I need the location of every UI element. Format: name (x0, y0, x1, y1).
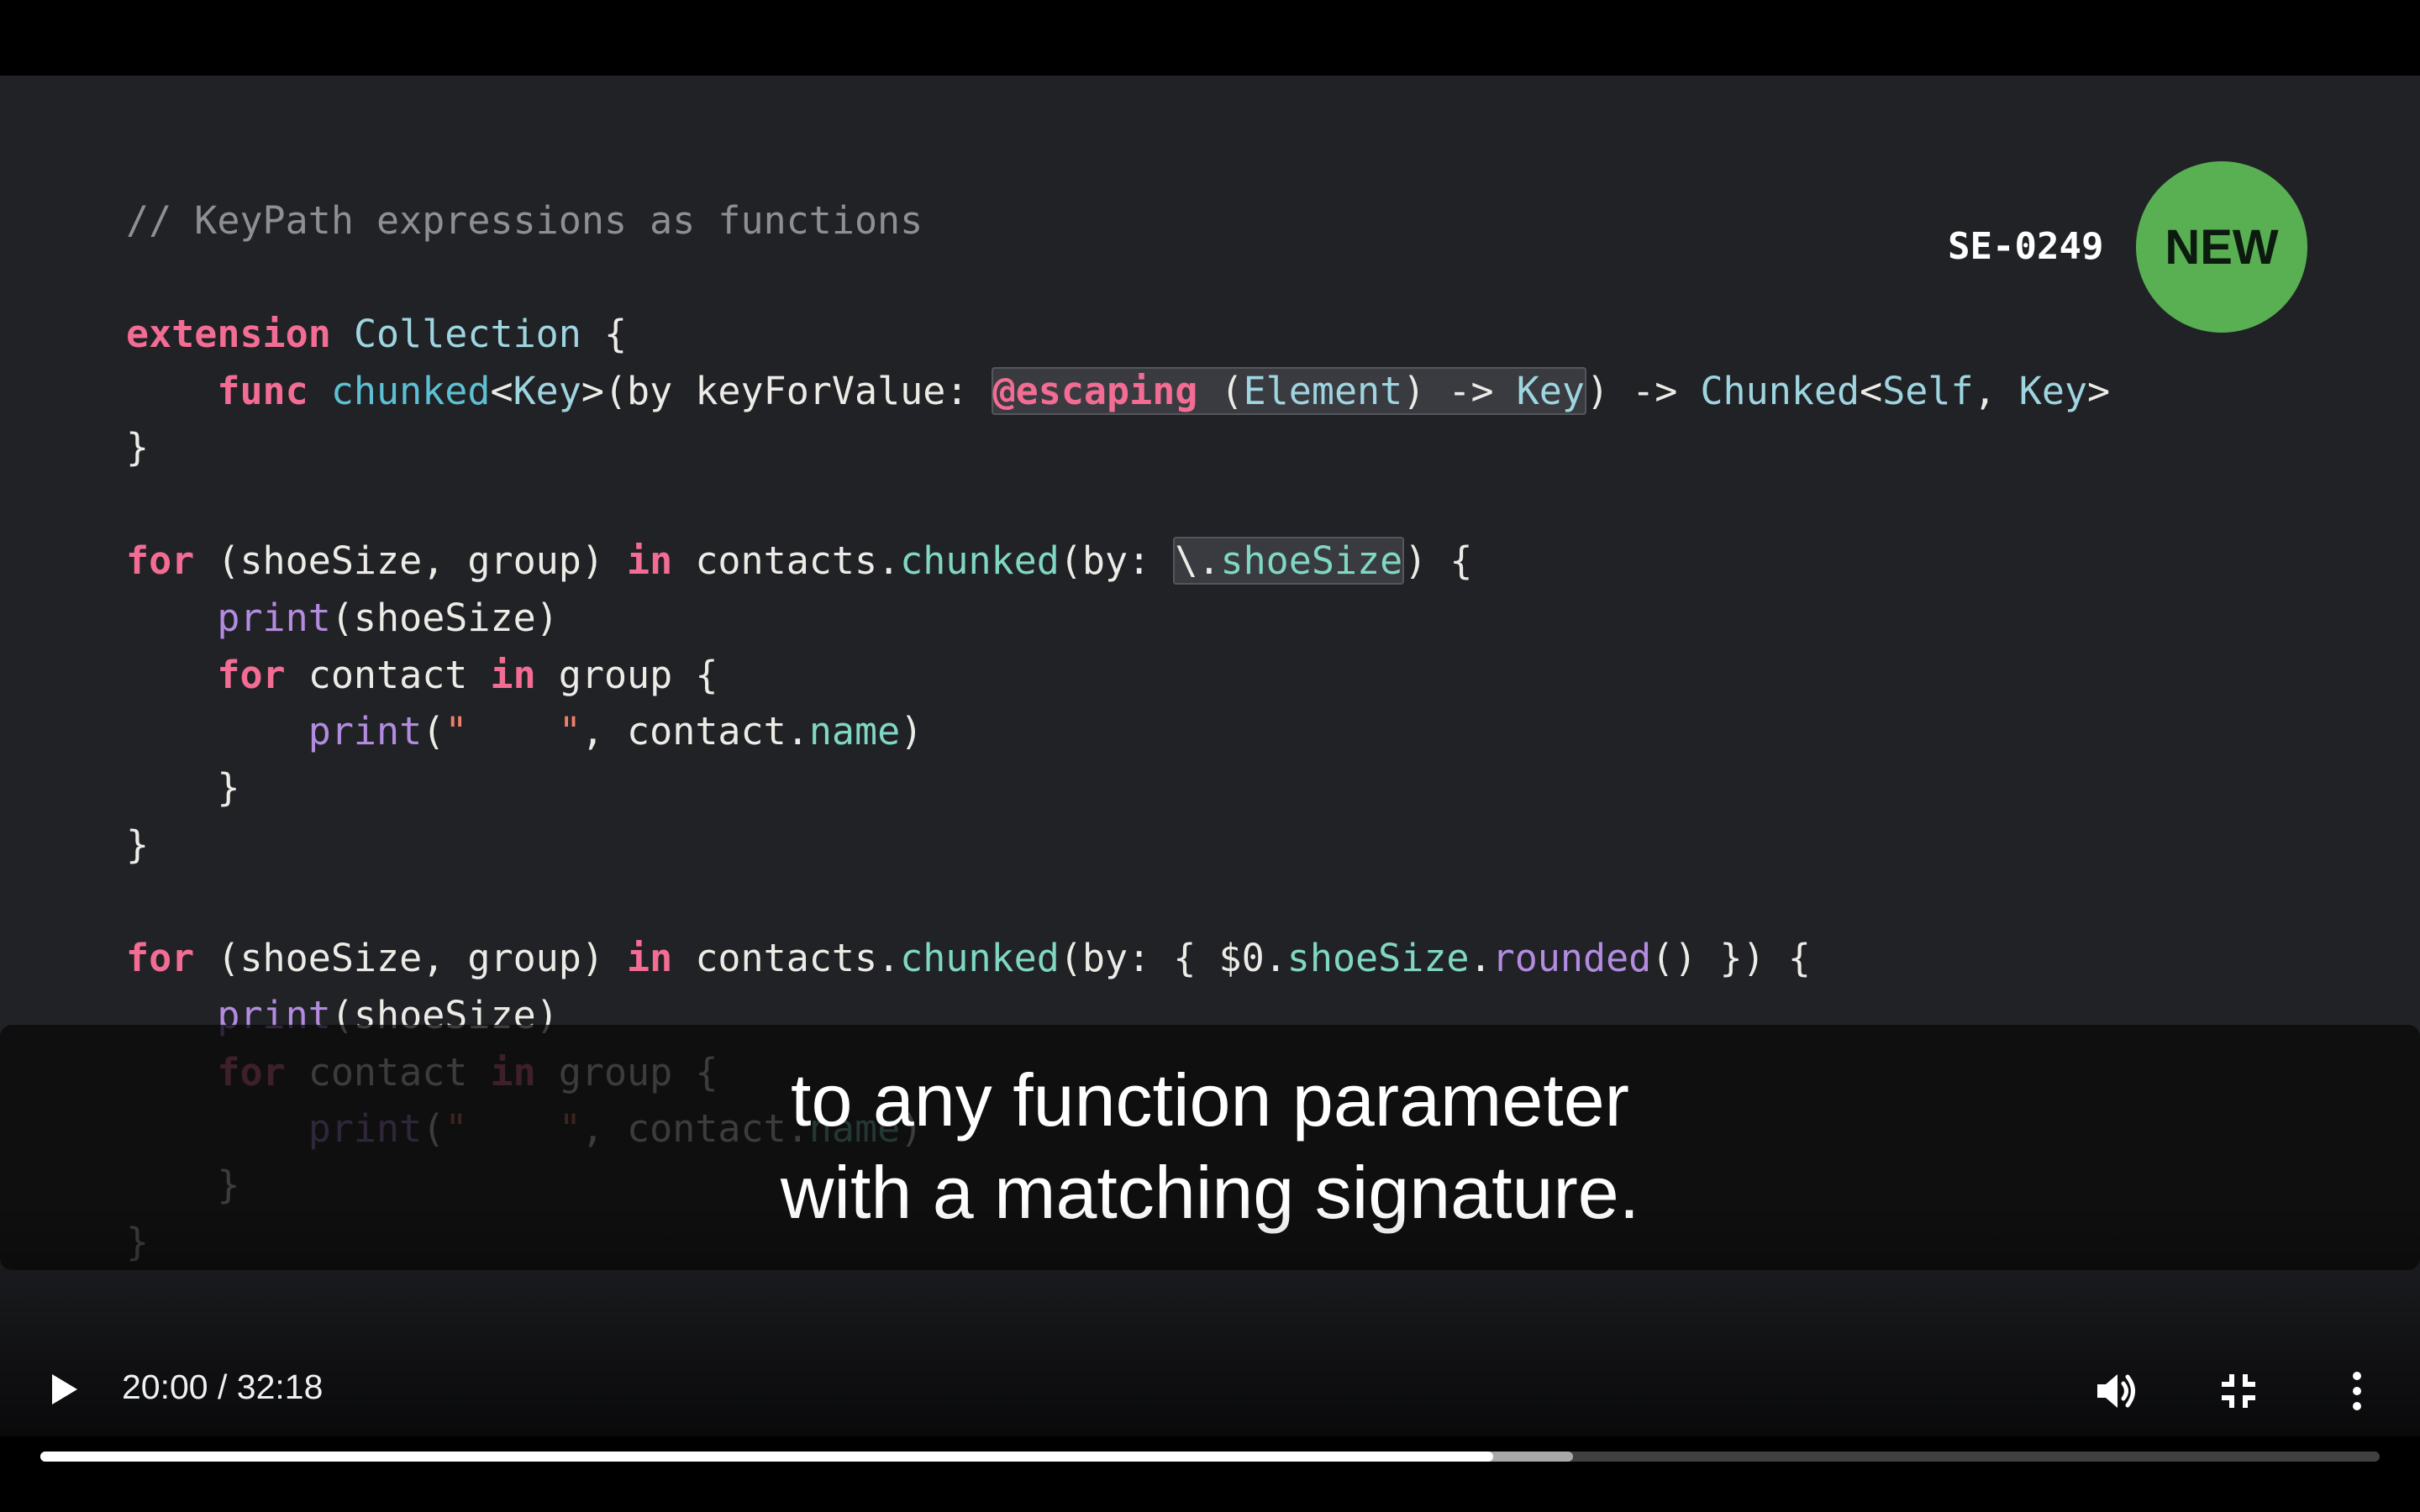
code-line: print(" ", contact.name) (308, 709, 923, 753)
bottom-letterbox (0, 1436, 2420, 1512)
progress-bar[interactable] (40, 1452, 2380, 1462)
new-badge: NEW (2136, 161, 2307, 333)
volume-button[interactable] (2092, 1368, 2141, 1415)
proposal-label: SE-0249 (1948, 225, 2104, 268)
more-options-button[interactable] (2344, 1368, 2370, 1415)
code-line: } (126, 765, 240, 810)
play-button[interactable] (42, 1368, 84, 1411)
exit-fullscreen-button[interactable] (2217, 1369, 2260, 1413)
code-comment: // KeyPath expressions as functions (126, 198, 923, 243)
code-line: } (126, 822, 150, 867)
progress-played (40, 1452, 1493, 1462)
exit-fullscreen-icon (2222, 1374, 2255, 1408)
time-separator: / (208, 1368, 237, 1406)
top-letterbox (0, 0, 2420, 76)
code-line: extension Collection { (126, 312, 628, 356)
code-line: print(shoeSize) (217, 596, 559, 640)
code-line: for contact in group { (217, 653, 718, 697)
play-icon (52, 1374, 77, 1404)
duration: 32:18 (236, 1368, 324, 1406)
volume-icon (2097, 1374, 2135, 1408)
time-display: 20:00 / 32:18 (122, 1368, 323, 1407)
code-line: for (shoeSize, group) in contacts.chunke… (126, 936, 1811, 980)
code-line: } (126, 425, 150, 470)
code-block: // KeyPath expressions as functions exte… (126, 76, 2110, 1264)
code-line: func chunked<Key>(by keyForValue: @escap… (217, 367, 2111, 415)
more-vertical-icon (2353, 1372, 2361, 1410)
code-line: for (shoeSize, group) in contacts.chunke… (126, 537, 1473, 585)
current-time: 20:00 (122, 1368, 208, 1406)
caption-line-1: to any function parameter (791, 1058, 1629, 1142)
